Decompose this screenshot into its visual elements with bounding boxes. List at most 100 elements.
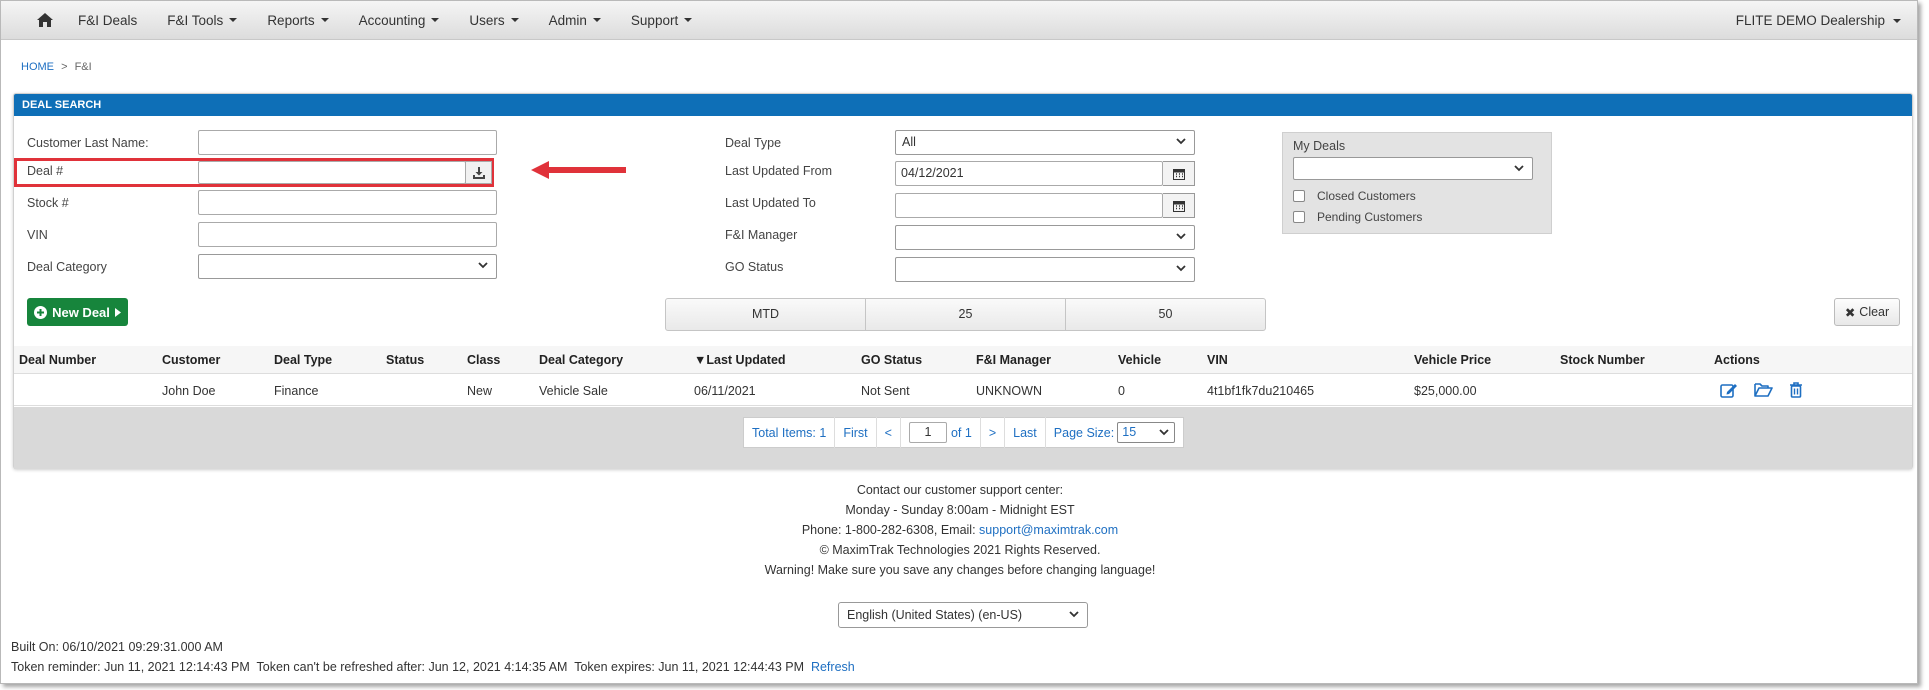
chevron-down-icon bbox=[1069, 611, 1079, 618]
cell-fi-manager: UNKNOWN bbox=[976, 384, 1042, 398]
cell-customer: John Doe bbox=[162, 384, 216, 398]
col-vehicle[interactable]: Vehicle bbox=[1118, 353, 1161, 367]
deal-type-label: Deal Type bbox=[725, 136, 782, 150]
pagination: Total Items: 1 First < 1 of 1 > Last Pag… bbox=[743, 417, 1185, 448]
token-refresh-limit: Token can't be refreshed after: Jun 12, … bbox=[256, 660, 568, 674]
last-page-link[interactable]: Last bbox=[1005, 417, 1046, 448]
first-page-link[interactable]: First bbox=[835, 417, 877, 448]
home-icon[interactable] bbox=[27, 1, 63, 40]
caret-down-icon bbox=[684, 18, 693, 22]
language-select[interactable]: English (United States) (en-US) bbox=[838, 602, 1088, 628]
token-expires: Token expires: Jun 11, 2021 12:44:43 PM bbox=[574, 660, 804, 674]
nav-admin[interactable]: Admin bbox=[534, 1, 616, 40]
chevron-down-icon bbox=[1514, 165, 1524, 172]
nav-users[interactable]: Users bbox=[454, 1, 533, 40]
clear-button[interactable]: ✖ Clear bbox=[1834, 298, 1900, 326]
deal-category-select[interactable] bbox=[198, 254, 497, 279]
col-deal-type[interactable]: Deal Type bbox=[274, 353, 332, 367]
col-deal-number[interactable]: Deal Number bbox=[19, 353, 96, 367]
col-actions: Actions bbox=[1714, 353, 1760, 367]
nav-fi-tools-label: F&I Tools bbox=[167, 12, 224, 28]
new-deal-button[interactable]: New Deal bbox=[27, 298, 128, 326]
caret-down-icon bbox=[1893, 18, 1901, 23]
chevron-down-icon bbox=[1176, 233, 1186, 240]
last-updated-to-input[interactable] bbox=[895, 193, 1163, 218]
table-row[interactable]: John Doe Finance New Vehicle Sale 06/11/… bbox=[14, 375, 1912, 406]
cell-vehicle: 0 bbox=[1118, 384, 1125, 398]
segment-25[interactable]: 25 bbox=[866, 299, 1066, 330]
my-deals-select[interactable] bbox=[1293, 157, 1533, 180]
calendar-icon bbox=[1172, 168, 1185, 180]
prev-page-link[interactable]: < bbox=[877, 417, 901, 448]
page-number-input[interactable]: 1 bbox=[908, 422, 947, 443]
cell-go-status: Not Sent bbox=[861, 384, 910, 398]
vin-input[interactable] bbox=[198, 222, 497, 247]
arrow-left-icon bbox=[531, 161, 626, 179]
row-actions bbox=[1720, 382, 1803, 398]
closed-customers-label: Closed Customers bbox=[1317, 189, 1416, 203]
stock-number-label: Stock # bbox=[27, 196, 69, 210]
dealership-menu[interactable]: FLITE DEMO Dealership bbox=[1736, 1, 1901, 40]
footer-phone-line: Phone: 1-800-282-6308, Email: support@ma… bbox=[1, 523, 1917, 537]
col-class[interactable]: Class bbox=[467, 353, 500, 367]
nav-admin-label: Admin bbox=[548, 12, 587, 28]
col-vehicle-price[interactable]: Vehicle Price bbox=[1414, 353, 1491, 367]
nav-users-label: Users bbox=[469, 12, 505, 28]
nav-support[interactable]: Support bbox=[616, 1, 707, 40]
deal-number-input[interactable] bbox=[198, 161, 466, 184]
trash-icon[interactable] bbox=[1789, 382, 1803, 398]
folder-open-icon[interactable] bbox=[1754, 382, 1773, 398]
footer-copyright: © MaximTrak Technologies 2021 Rights Res… bbox=[819, 543, 1101, 557]
footer-contact-line: Contact our customer support center: bbox=[856, 483, 1064, 497]
deal-import-button[interactable] bbox=[465, 161, 492, 184]
col-status[interactable]: Status bbox=[386, 353, 424, 367]
last-updated-from-label: Last Updated From bbox=[725, 164, 832, 178]
deal-type-select[interactable]: All bbox=[895, 130, 1195, 155]
breadcrumb-home-link[interactable]: HOME bbox=[21, 61, 54, 73]
next-page-link[interactable]: > bbox=[981, 417, 1006, 448]
chevron-down-icon bbox=[1176, 138, 1186, 145]
page-size-control: Page Size: 15 bbox=[1046, 417, 1183, 448]
customer-last-name-input[interactable] bbox=[198, 130, 497, 155]
closed-customers-checkbox[interactable] bbox=[1293, 190, 1305, 202]
go-status-select[interactable] bbox=[895, 257, 1195, 282]
col-vin[interactable]: VIN bbox=[1207, 353, 1228, 367]
nav-fi-tools[interactable]: F&I Tools bbox=[152, 1, 252, 40]
stock-number-input[interactable] bbox=[198, 190, 497, 215]
support-email-link[interactable]: support@maximtrak.com bbox=[979, 523, 1118, 537]
pending-customers-label: Pending Customers bbox=[1317, 210, 1423, 224]
app-window: F&I Deals F&I Tools Reports Accounting U… bbox=[0, 0, 1918, 684]
col-last-updated[interactable]: ▼Last Updated bbox=[694, 353, 786, 367]
col-stock-number[interactable]: Stock Number bbox=[1560, 353, 1645, 367]
chevron-down-icon bbox=[1176, 265, 1186, 272]
nav-accounting[interactable]: Accounting bbox=[344, 1, 455, 40]
col-last-updated-label: Last Updated bbox=[706, 353, 786, 367]
fi-manager-label: F&I Manager bbox=[725, 228, 798, 242]
token-reminder: Token reminder: Jun 11, 2021 12:14:43 PM bbox=[11, 660, 250, 674]
dealership-name: FLITE DEMO Dealership bbox=[1735, 13, 1885, 28]
nav-reports[interactable]: Reports bbox=[252, 1, 343, 40]
refresh-link[interactable]: Refresh bbox=[811, 660, 855, 674]
calendar-to-button[interactable] bbox=[1163, 193, 1195, 218]
page-size-value: 15 bbox=[1122, 425, 1137, 439]
go-status-label: GO Status bbox=[725, 260, 784, 274]
page-size-select[interactable]: 15 bbox=[1117, 422, 1176, 443]
calendar-from-button[interactable] bbox=[1163, 161, 1195, 186]
pending-customers-checkbox[interactable] bbox=[1293, 211, 1305, 223]
fi-manager-select[interactable] bbox=[895, 225, 1195, 250]
breadcrumb-separator: > bbox=[61, 61, 68, 73]
pager-bar: Total Items: 1 First < 1 of 1 > Last Pag… bbox=[14, 407, 1912, 469]
nav-accounting-label: Accounting bbox=[358, 12, 426, 28]
my-deals-box: My Deals Closed Customers Pending Custom… bbox=[1282, 132, 1552, 234]
edit-icon[interactable] bbox=[1720, 382, 1738, 398]
col-fi-manager[interactable]: F&I Manager bbox=[976, 353, 1051, 367]
segment-mtd[interactable]: MTD bbox=[666, 299, 866, 330]
col-go-status[interactable]: GO Status bbox=[861, 353, 922, 367]
results-table-header: Deal Number Customer Deal Type Status Cl… bbox=[14, 346, 1912, 374]
nav-fi-deals[interactable]: F&I Deals bbox=[63, 1, 152, 40]
last-updated-from-input[interactable]: 04/12/2021 bbox=[895, 161, 1163, 186]
chevron-down-icon bbox=[1159, 429, 1169, 436]
col-deal-category[interactable]: Deal Category bbox=[539, 353, 623, 367]
segment-50[interactable]: 50 bbox=[1066, 299, 1265, 330]
col-customer[interactable]: Customer bbox=[162, 353, 220, 367]
